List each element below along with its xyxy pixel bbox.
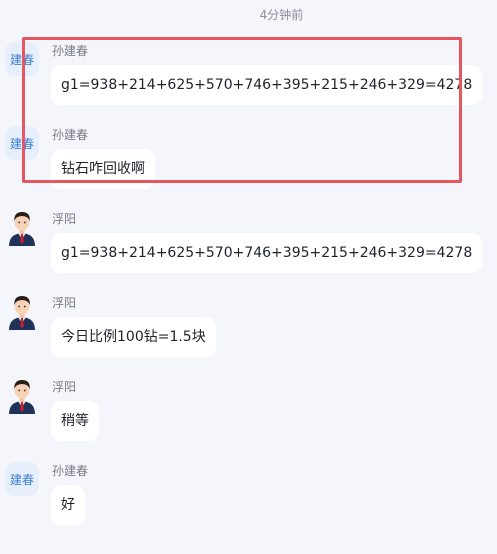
message-bubble[interactable]: 好 [51, 485, 85, 525]
person-icon[interactable] [5, 208, 39, 246]
sender-name: 浮阳 [52, 212, 77, 226]
message-bubble[interactable]: 稍等 [51, 401, 99, 441]
highlight-box [22, 37, 462, 183]
person-icon[interactable] [5, 292, 39, 330]
message-bubble[interactable]: 今日比例100钻=1.5块 [51, 317, 216, 357]
timestamp: 4分钟前 [259, 8, 304, 22]
sender-name: 浮阳 [52, 380, 77, 394]
sender-name: 孙建春 [52, 464, 89, 478]
message-bubble[interactable]: g1=938+214+625+570+746+395+215+246+329=4… [51, 233, 483, 273]
avatar[interactable]: 建春 [5, 462, 39, 496]
sender-name: 浮阳 [52, 296, 77, 310]
person-icon[interactable] [5, 376, 39, 414]
